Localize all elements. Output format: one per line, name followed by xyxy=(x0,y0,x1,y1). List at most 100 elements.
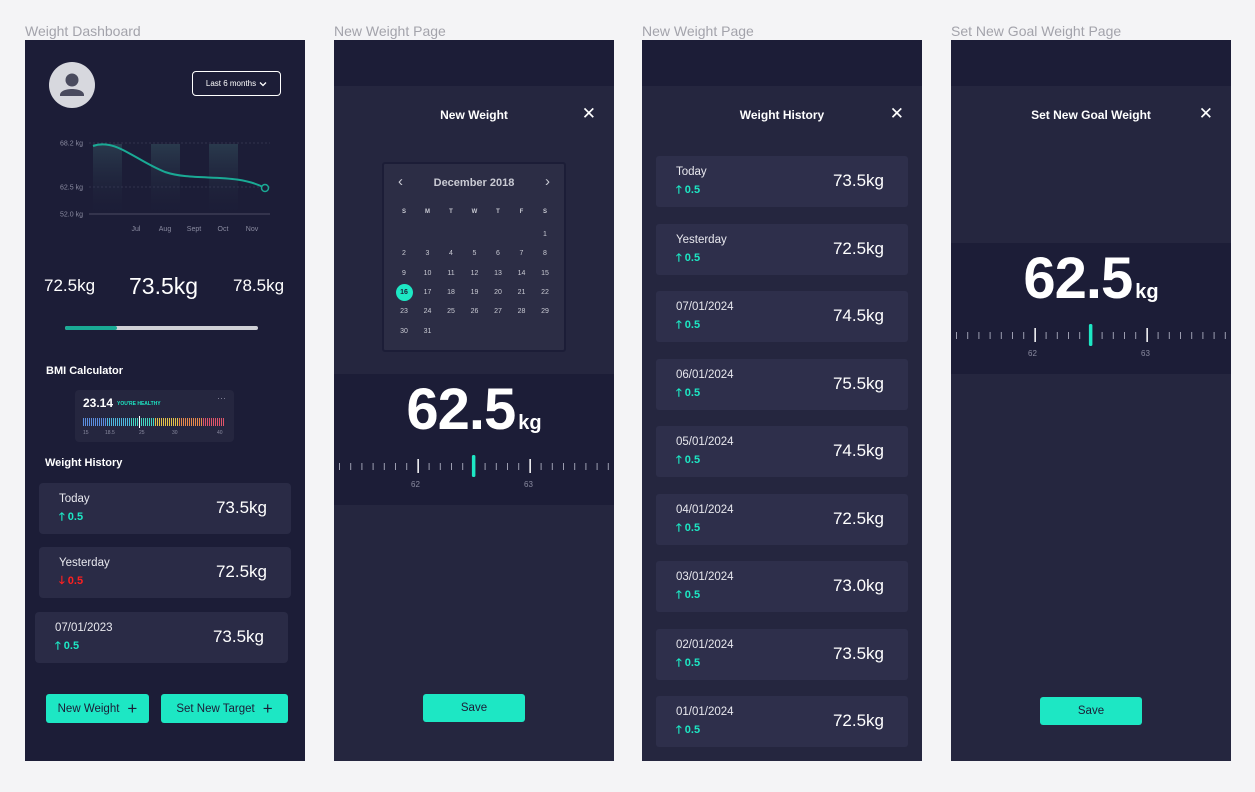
calendar-day[interactable]: 10 xyxy=(418,267,438,281)
calendar-day[interactable]: 18 xyxy=(441,286,461,300)
bmi-bar xyxy=(87,418,88,426)
calendar-day[interactable]: 2 xyxy=(394,247,414,261)
close-icon[interactable]: ✕ xyxy=(582,105,596,122)
history-item[interactable]: 05/01/2024 🡑 0.5 74.5kg xyxy=(656,426,908,477)
calendar-day[interactable]: 15 xyxy=(535,267,555,281)
calendar-day[interactable]: 3 xyxy=(418,247,438,261)
history-weight: 72.5kg xyxy=(832,238,884,258)
calendar-day-selected[interactable]: 16 xyxy=(395,284,413,302)
calendar-day[interactable]: 20 xyxy=(488,286,508,300)
ruler-label: 63 xyxy=(1141,349,1150,358)
weight-ruler[interactable] xyxy=(334,455,614,479)
bmi-bar xyxy=(181,418,182,426)
close-icon[interactable]: ✕ xyxy=(1199,105,1213,122)
calendar-day[interactable]: 6 xyxy=(488,247,508,261)
calendar-day[interactable]: 17 xyxy=(418,286,438,300)
bmi-bar xyxy=(91,418,92,426)
history-item[interactable]: Today 🡑 0.5 73.5kg xyxy=(656,156,908,207)
arrow-up-icon: 🡑 xyxy=(676,521,685,534)
history-item[interactable]: 03/01/2024 🡑 0.5 73.0kg xyxy=(656,561,908,612)
calendar-day[interactable]: 9 xyxy=(394,267,414,281)
calendar-day[interactable]: 7 xyxy=(512,247,532,261)
ruler-tick xyxy=(1202,332,1204,339)
ruler-tick xyxy=(1224,332,1226,339)
calendar-day[interactable]: 13 xyxy=(488,267,508,281)
arrow-down-icon: 🡓 xyxy=(59,575,68,587)
calendar-day[interactable]: 31 xyxy=(418,325,438,339)
calendar-day[interactable]: 24 xyxy=(418,305,438,319)
bmi-bar xyxy=(161,418,162,426)
date-picker: ‹ December 2018 › S M T W T F S 1 2 3 4 5 6 7 8 9 10 11 12… xyxy=(382,162,566,352)
save-button[interactable]: Save xyxy=(1040,697,1142,725)
weight-target: 78.5kg xyxy=(233,276,285,295)
history-item[interactable]: 07/01/2023 🡑 0.5 73.5kg xyxy=(35,612,288,663)
calendar-day[interactable]: 23 xyxy=(394,305,414,319)
ruler-tick xyxy=(462,463,464,470)
calendar-day[interactable]: 8 xyxy=(535,247,555,261)
calendar-day[interactable]: 25 xyxy=(441,305,461,319)
calendar-day[interactable]: 26 xyxy=(465,305,485,319)
ruler-tick xyxy=(540,463,542,470)
calendar-day[interactable]: 30 xyxy=(394,325,414,339)
bmi-tick: 40 xyxy=(217,430,223,436)
close-icon[interactable]: ✕ xyxy=(890,105,904,122)
history-weight: 72.5kg xyxy=(832,508,884,528)
ruler-tick xyxy=(495,463,497,470)
calendar-day[interactable]: 28 xyxy=(512,305,532,319)
history-date: 01/01/2024 xyxy=(676,706,734,718)
calendar-day[interactable]: 19 xyxy=(465,286,485,300)
calendar-day[interactable]: 4 xyxy=(441,247,461,261)
bmi-scale xyxy=(83,416,224,428)
bmi-bar xyxy=(169,418,170,426)
history-date: 02/01/2024 xyxy=(676,638,734,651)
calendar-day[interactable]: 12 xyxy=(465,267,485,281)
history-weight: 73.5kg xyxy=(832,643,884,663)
history-item[interactable]: 04/01/2024 🡑 0.5 72.5kg xyxy=(656,493,908,545)
bmi-bar xyxy=(151,418,152,426)
bmi-tick: 30 xyxy=(172,430,178,436)
weight-progress-bar xyxy=(65,326,258,330)
history-item[interactable]: Today 🡑 0.5 73.5kg xyxy=(39,483,291,534)
history-weight: 72.5kg xyxy=(832,711,884,730)
calendar-day[interactable]: 1 xyxy=(535,228,555,242)
bmi-bar xyxy=(165,418,166,426)
ruler-tick xyxy=(518,463,520,470)
calendar-day[interactable]: 14 xyxy=(512,267,532,281)
bmi-bar xyxy=(173,418,174,426)
history-date: Yesterday xyxy=(59,557,110,569)
bmi-bar xyxy=(217,418,218,426)
x-axis-label: Oct xyxy=(218,226,229,233)
goal-ruler[interactable] xyxy=(951,324,1231,348)
save-button[interactable]: Save xyxy=(423,694,525,722)
bmi-bar xyxy=(197,418,198,426)
set-target-button[interactable]: Set New Target + xyxy=(161,694,288,723)
bmi-bar xyxy=(115,418,116,426)
arrow-up-icon: 🡑 xyxy=(55,640,64,652)
goal-value: 62.5 xyxy=(1023,246,1133,311)
ruler-tick xyxy=(484,463,486,470)
history-item[interactable]: 07/01/2024 🡑 0.5 74.5kg xyxy=(656,291,908,342)
calendar-day[interactable]: 5 xyxy=(465,247,485,261)
calendar-day[interactable]: 27 xyxy=(488,305,508,319)
history-item[interactable]: 06/01/2024 🡑 0.5 75.5kg xyxy=(656,358,908,410)
history-item[interactable]: Yesterday 🡑 0.5 72.5kg xyxy=(656,223,908,275)
y-axis-label: 68.2 kg xyxy=(60,141,83,148)
history-item[interactable]: 02/01/2024 🡑 0.5 73.5kg xyxy=(656,628,908,680)
calendar-day[interactable]: 29 xyxy=(535,305,555,319)
bmi-bar xyxy=(203,418,204,426)
bmi-card[interactable]: 23.14 YOU'RE HEALTHY ··· 15 18.5 25 30 4… xyxy=(75,390,234,442)
history-delta: 🡑 0.5 xyxy=(676,589,701,601)
bmi-bar xyxy=(137,418,138,426)
more-icon[interactable]: ··· xyxy=(217,393,226,403)
history-item[interactable]: 01/01/2024 🡑 0.5 72.5kg xyxy=(656,696,908,747)
calendar-day[interactable]: 22 xyxy=(535,286,555,300)
period-dropdown[interactable]: Last 6 months xyxy=(192,71,281,96)
bmi-bar xyxy=(103,418,104,426)
new-weight-button[interactable]: New Weight + xyxy=(46,694,149,723)
calendar-day[interactable]: 21 xyxy=(512,286,532,300)
avatar[interactable] xyxy=(49,62,95,108)
next-month-icon[interactable]: › xyxy=(545,173,550,190)
calendar-day[interactable]: 11 xyxy=(441,267,461,281)
history-item[interactable]: Yesterday 🡓 0.5 72.5kg xyxy=(39,547,291,598)
bmi-bar xyxy=(149,418,150,426)
